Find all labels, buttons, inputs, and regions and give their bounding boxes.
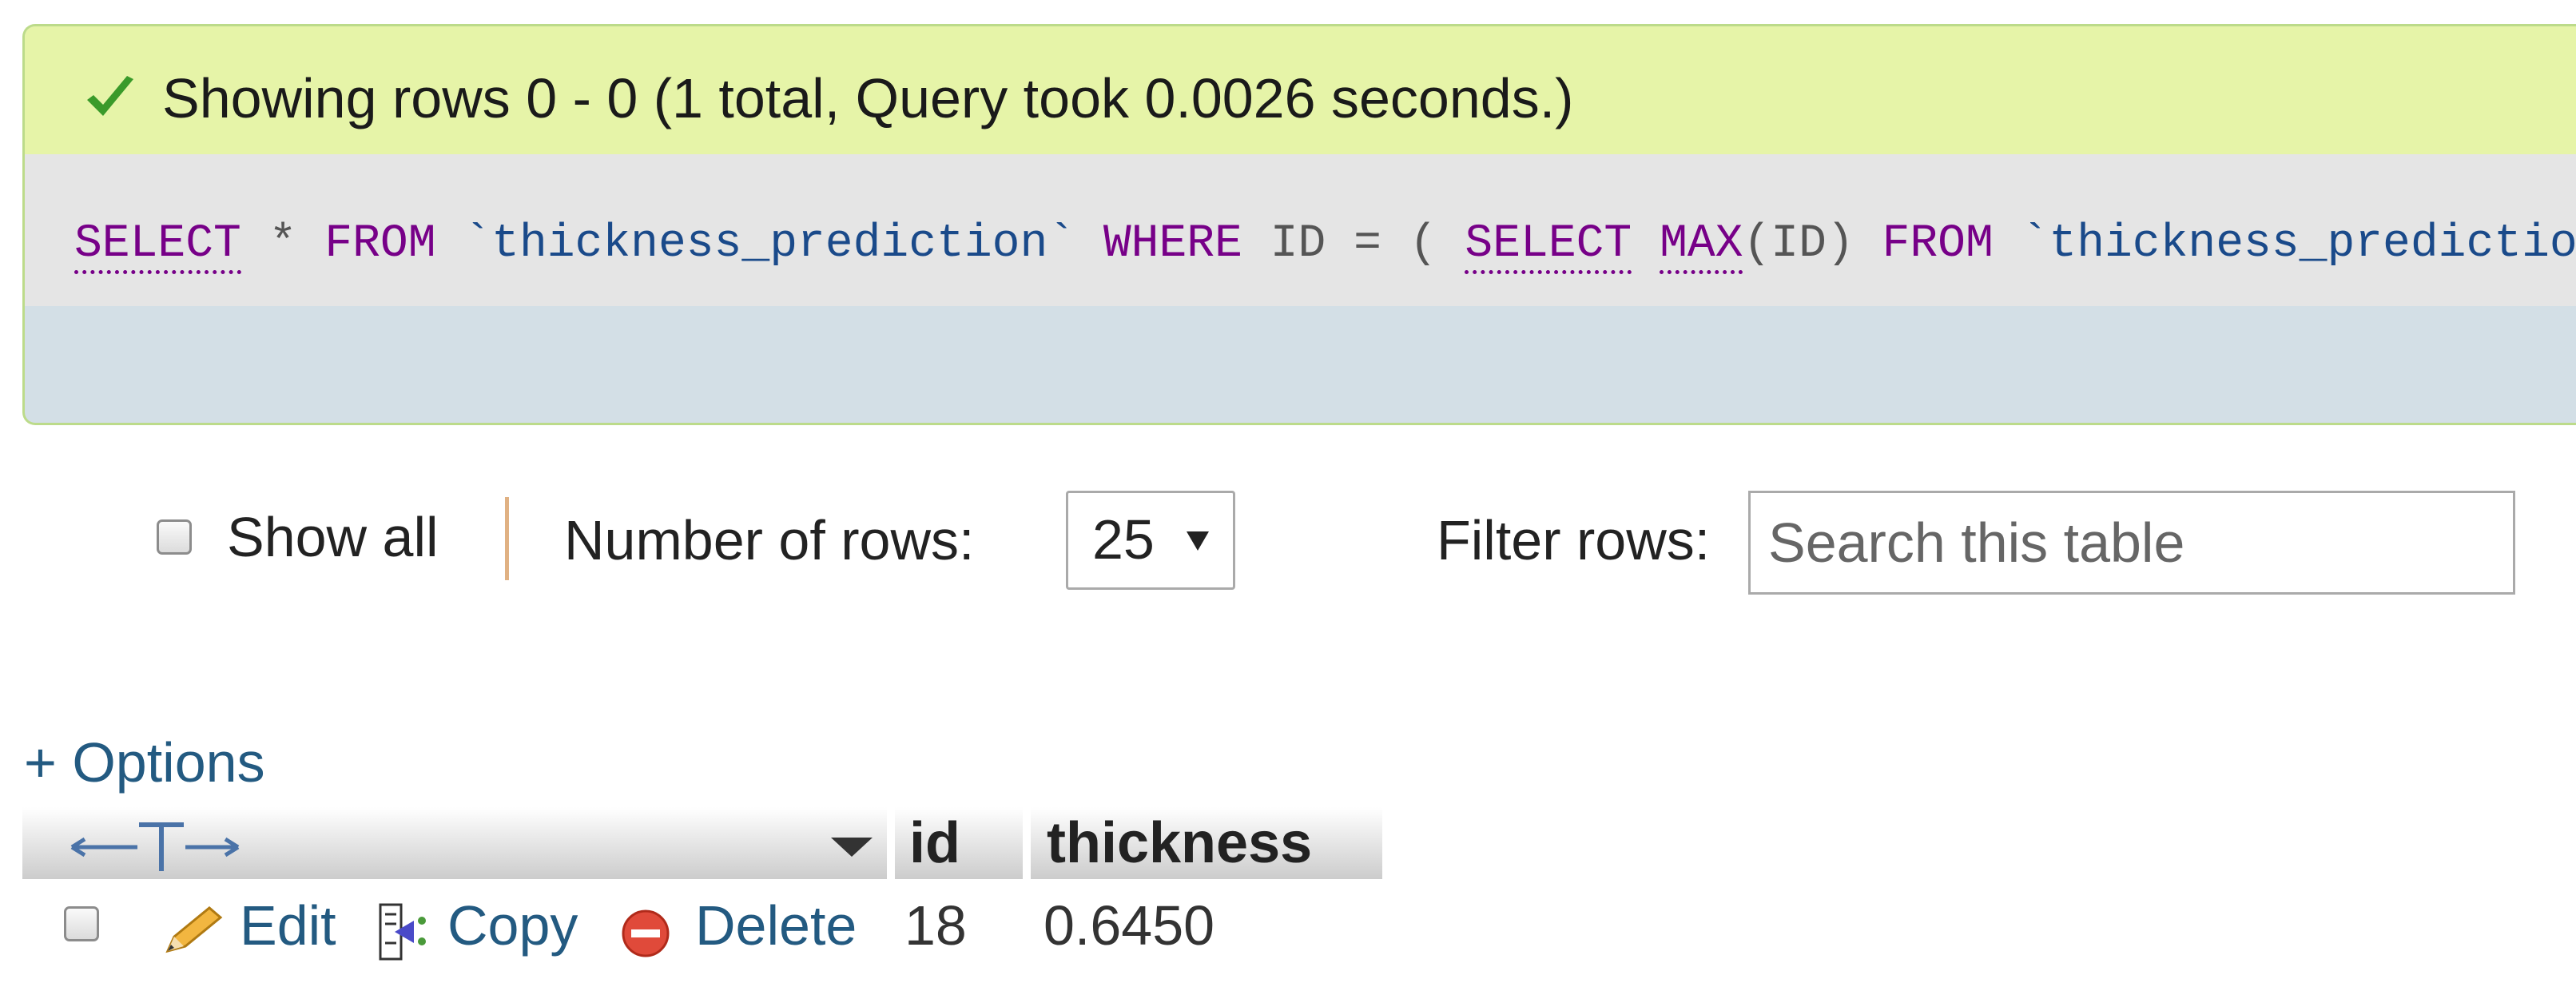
- sql-keyword-where: WHERE: [1103, 218, 1242, 270]
- sql-keyword-from-sub: FROM: [1882, 218, 1994, 270]
- column-header-id-label[interactable]: id: [909, 809, 960, 878]
- show-all-label[interactable]: Show all: [227, 505, 439, 569]
- number-of-rows-label: Number of rows:: [564, 509, 975, 571]
- pencil-icon[interactable]: [160, 905, 224, 959]
- sql-keyword-from: FROM: [324, 218, 436, 270]
- column-header-thickness-label[interactable]: thickness: [1047, 809, 1312, 878]
- column-header-id[interactable]: id: [895, 807, 1023, 879]
- column-resize-icon[interactable]: [67, 820, 243, 876]
- success-message: Showing rows 0 - 0 (1 total, Query took …: [162, 67, 1574, 129]
- sort-arrow-icon[interactable]: [831, 838, 873, 857]
- sql-keyword-select-sub[interactable]: SELECT: [1465, 218, 1632, 274]
- copy-icon[interactable]: [376, 901, 431, 962]
- sql-table-name-sub: `thickness_prediction`): [2021, 218, 2576, 270]
- query-result-panel: Showing rows 0 - 0 (1 total, Query took …: [22, 24, 2576, 425]
- filter-rows-label: Filter rows:: [1437, 509, 1711, 571]
- success-message-bar: Showing rows 0 - 0 (1 total, Query took …: [25, 26, 2576, 154]
- controls-divider: [505, 497, 509, 580]
- rows-per-page-select[interactable]: 25: [1066, 491, 1235, 590]
- cell-thickness: 0.6450: [1044, 894, 1215, 957]
- row-select-checkbox[interactable]: [64, 906, 99, 941]
- delete-icon[interactable]: [620, 908, 671, 959]
- sql-query: SELECT * FROM `thickness_prediction` WHE…: [74, 217, 2576, 274]
- sql-function-max[interactable]: MAX: [1660, 218, 1743, 274]
- check-icon: [87, 76, 133, 116]
- sql-table-name: `thickness_prediction`: [463, 218, 1076, 270]
- sql-column: ID: [1270, 218, 1326, 270]
- sql-query-bar: SELECT * FROM `thickness_prediction` WHE…: [25, 154, 2576, 306]
- chevron-down-icon: [1187, 531, 1209, 551]
- sql-equals: =: [1354, 218, 1381, 270]
- sql-keyword-select[interactable]: SELECT: [74, 218, 241, 274]
- sql-max-arg: (ID): [1743, 218, 1854, 270]
- filter-search-input[interactable]: [1748, 491, 2515, 595]
- column-header-thickness[interactable]: thickness: [1031, 807, 1382, 879]
- rows-per-page-value: 25: [1092, 508, 1155, 571]
- table-header-controls: [22, 807, 887, 879]
- sql-open-paren: (: [1409, 218, 1437, 270]
- options-link[interactable]: + Options: [24, 730, 265, 794]
- sql-star: *: [268, 218, 297, 270]
- show-all-checkbox[interactable]: [157, 519, 192, 555]
- row-delete-link[interactable]: Delete: [695, 892, 857, 959]
- row-edit-link[interactable]: Edit: [240, 892, 336, 959]
- row-copy-link[interactable]: Copy: [447, 892, 578, 959]
- cell-id: 18: [904, 894, 967, 957]
